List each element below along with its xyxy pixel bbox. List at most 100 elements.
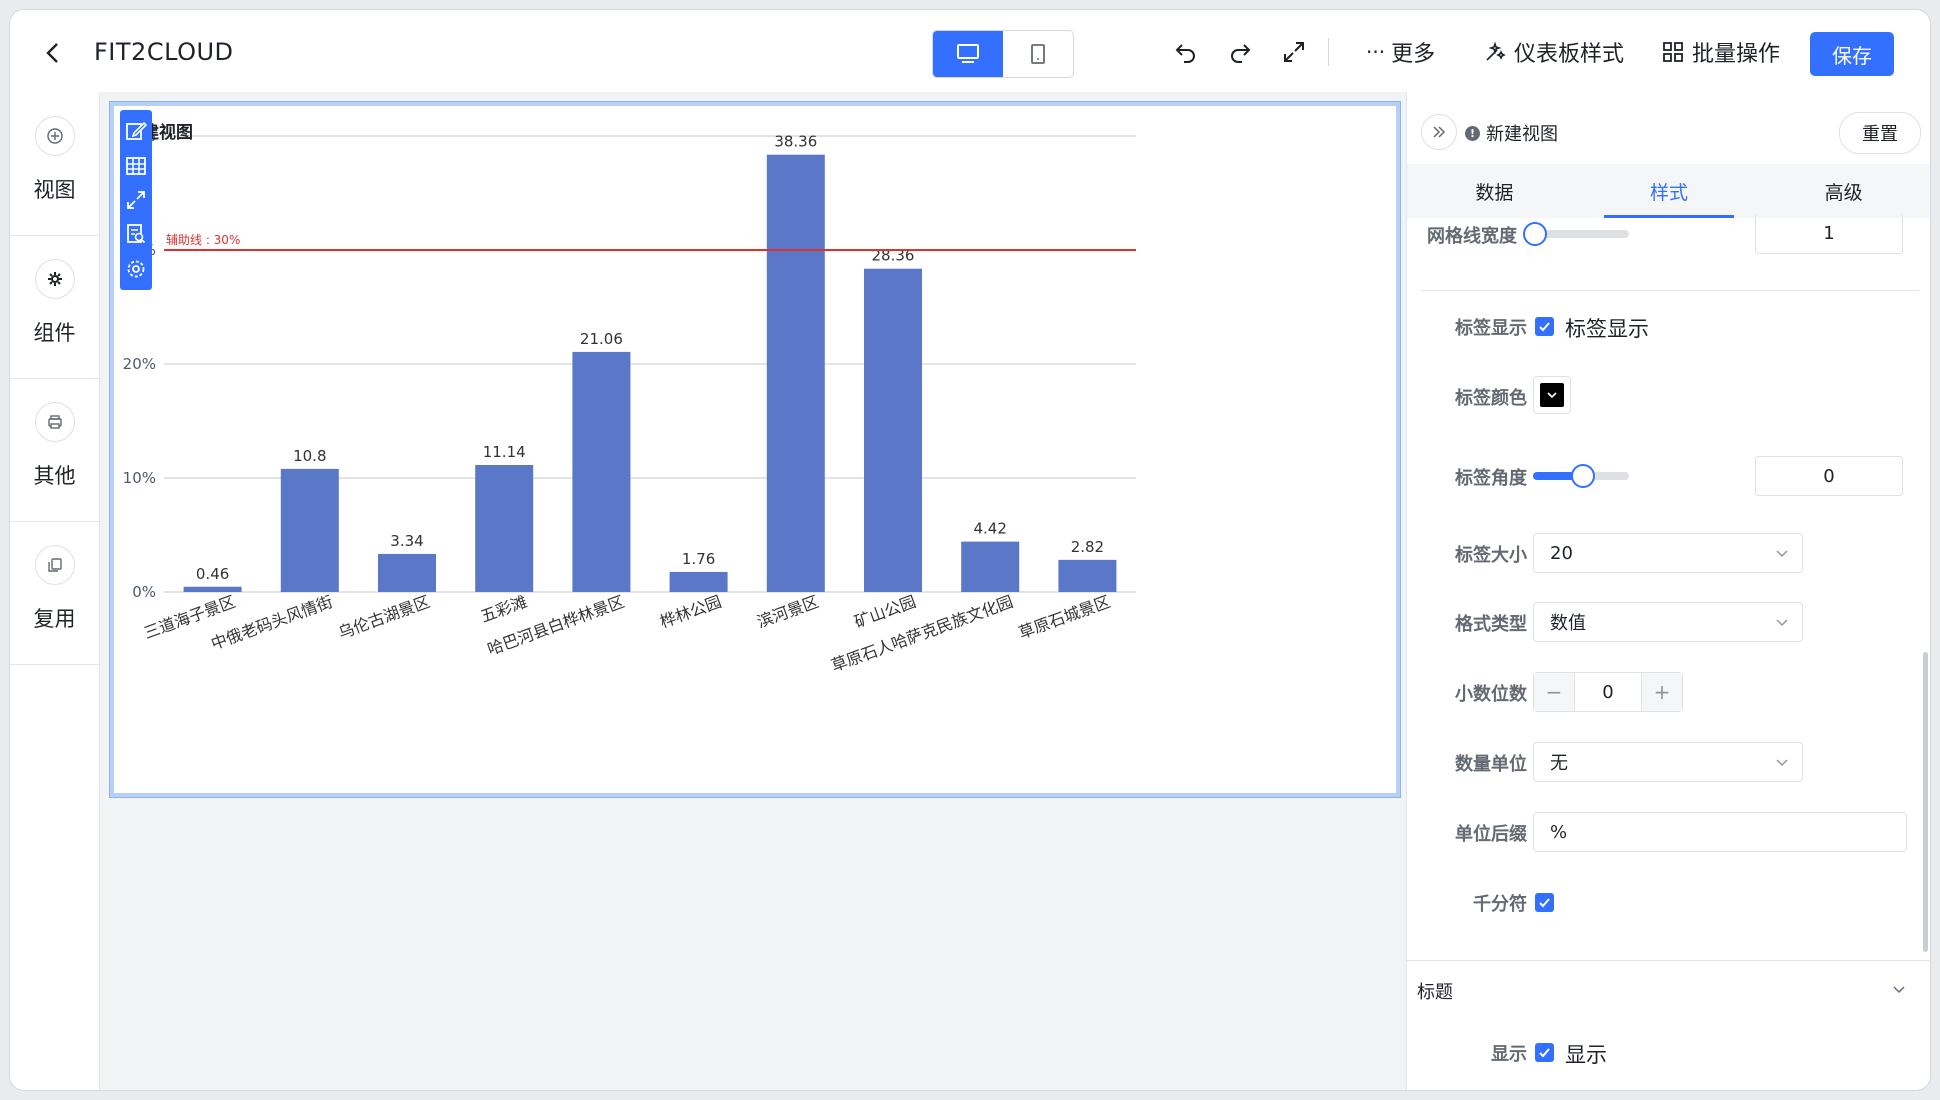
details-icon[interactable] — [125, 223, 147, 245]
data-label: 2.82 — [1071, 538, 1104, 556]
x-tick-label: 草原石城景区 — [1016, 592, 1113, 643]
label-color-label: 标签颜色 — [1455, 388, 1527, 409]
sidebar-item-other[interactable]: 其他 — [10, 378, 99, 522]
edit-icon[interactable] — [125, 120, 147, 142]
bar — [669, 571, 728, 592]
unit-select[interactable]: 无 — [1533, 742, 1803, 782]
x-tick-label: 桦林公园 — [657, 592, 724, 632]
tab-advanced[interactable]: 高级 — [1756, 164, 1930, 218]
desktop-view-button[interactable] — [933, 31, 1003, 77]
unit-value: 无 — [1550, 753, 1568, 774]
grid-width-input[interactable]: 1 — [1755, 214, 1903, 254]
sidebar-item-component[interactable]: 组件 — [10, 235, 99, 379]
check-icon — [1539, 898, 1550, 908]
format-type-select[interactable]: 数值 — [1533, 602, 1803, 642]
decimal-decrease-button[interactable]: − — [1534, 673, 1574, 711]
title-show-checkbox[interactable] — [1535, 1043, 1554, 1062]
label-angle-input[interactable]: 0 — [1755, 456, 1903, 496]
reset-button[interactable]: 重置 — [1839, 112, 1921, 154]
thousands-label: 千分符 — [1473, 894, 1527, 915]
data-label: 21.06 — [580, 330, 623, 348]
sidebar-item-reuse[interactable]: 复用 — [10, 521, 99, 665]
back-arrow-icon[interactable] — [38, 38, 68, 68]
label-show-label: 标签显示 — [1455, 318, 1527, 339]
label-angle-slider[interactable] — [1533, 464, 1629, 488]
label-angle-slider-knob[interactable] — [1571, 464, 1595, 488]
fullscreen-icon[interactable] — [1278, 36, 1310, 68]
check-icon — [1539, 1048, 1550, 1058]
label-size-select[interactable]: 20 — [1533, 533, 1803, 573]
view-name-text: 新建视图 — [1486, 124, 1558, 145]
bar — [280, 468, 339, 592]
chevron-down-icon — [1776, 759, 1788, 767]
batch-operation-label: 批量操作 — [1692, 42, 1781, 67]
section-divider — [1407, 960, 1930, 961]
bar — [1058, 559, 1117, 592]
x-tick-label: 草原石人哈萨克民族文化园 — [829, 592, 1016, 676]
phone-icon — [1031, 44, 1045, 64]
bar — [183, 586, 242, 592]
top-header: FIT2CLOUD ··· 更多 仪表板样式 批量操作 保存 — [10, 10, 1930, 93]
gear-icon — [35, 259, 75, 299]
bar — [961, 541, 1020, 592]
data-label: 0.46 — [196, 565, 229, 583]
label-size-value: 20 — [1550, 542, 1573, 564]
label-color-picker[interactable] — [1533, 376, 1571, 414]
ellipsis-icon: ··· — [1366, 40, 1386, 64]
chart-card[interactable]: 0%10%20%30%40%0.46三道海子景区10.8中俄老码头风情街3.34… — [109, 101, 1401, 798]
grid-width-slider[interactable] — [1523, 222, 1629, 246]
data-label: 38.36 — [774, 133, 817, 151]
sidebar-item-view[interactable]: 视图 — [10, 92, 99, 236]
tab-style[interactable]: 样式 — [1582, 164, 1757, 218]
section-divider — [1421, 290, 1919, 291]
panel-scrollbar[interactable] — [1923, 652, 1928, 952]
plus-circle-icon — [35, 116, 75, 156]
chevron-down-icon — [1776, 550, 1788, 558]
x-tick-label: 乌伦古湖景区 — [336, 592, 433, 643]
data-label: 10.8 — [293, 447, 326, 465]
bar-chart: 0%10%20%30%40%0.46三道海子景区10.8中俄老码头风情街3.34… — [123, 127, 1136, 676]
grid-width-slider-knob[interactable] — [1523, 222, 1547, 246]
thousands-checkbox[interactable] — [1535, 893, 1554, 912]
save-button[interactable]: 保存 — [1810, 32, 1894, 76]
label-angle-label: 标签角度 — [1455, 468, 1527, 489]
unit-label: 数量单位 — [1455, 754, 1527, 775]
settings-icon[interactable] — [125, 258, 147, 280]
batch-operation-button[interactable]: 批量操作 — [1662, 36, 1780, 68]
undo-icon[interactable] — [1170, 36, 1202, 68]
color-swatch-fill — [1540, 383, 1564, 407]
sidebar-item-label: 组件 — [33, 321, 76, 345]
property-panel: ! 新建视图 重置 数据 样式 高级 网格线宽度 1 标签显示 标签显示 标签颜… — [1406, 92, 1930, 1090]
more-button[interactable]: ··· 更多 — [1366, 36, 1435, 68]
dashboard-style-button[interactable]: 仪表板样式 — [1484, 36, 1624, 68]
decimal-value[interactable]: 0 — [1574, 673, 1642, 711]
label-show-checkbox[interactable] — [1535, 317, 1554, 336]
markline-label: 辅助线 : 30% — [166, 233, 240, 247]
decimal-stepper: − 0 + — [1533, 672, 1683, 712]
copy-icon — [35, 545, 75, 585]
table-icon[interactable] — [125, 155, 147, 177]
suffix-input[interactable]: % — [1533, 812, 1907, 852]
grid-icon — [1663, 42, 1683, 62]
sidebar-item-label: 视图 — [33, 178, 76, 202]
mobile-view-button[interactable] — [1003, 31, 1073, 77]
tab-data[interactable]: 数据 — [1407, 164, 1582, 218]
decimal-label: 小数位数 — [1455, 684, 1527, 705]
format-type-label: 格式类型 — [1455, 614, 1527, 635]
chevron-down-icon — [1547, 392, 1557, 399]
left-sidebar: 视图 组件 其他 复用 — [10, 92, 100, 1090]
suffix-label: 单位后缀 — [1455, 824, 1527, 845]
more-label: 更多 — [1391, 42, 1436, 67]
y-tick-label: 0% — [132, 583, 156, 601]
collapse-panel-button[interactable] — [1421, 114, 1457, 150]
redo-icon[interactable] — [1224, 36, 1256, 68]
title-section-header[interactable]: 标题 — [1417, 978, 1453, 1004]
bar — [572, 351, 631, 592]
decimal-increase-button[interactable]: + — [1642, 673, 1682, 711]
panel-header: ! 新建视图 重置 — [1407, 92, 1930, 164]
enlarge-icon[interactable] — [125, 189, 147, 211]
sidebar-item-label: 复用 — [33, 607, 76, 631]
print-icon — [35, 402, 75, 442]
chevron-down-icon[interactable] — [1891, 982, 1907, 998]
dashboard-style-label: 仪表板样式 — [1514, 42, 1625, 67]
